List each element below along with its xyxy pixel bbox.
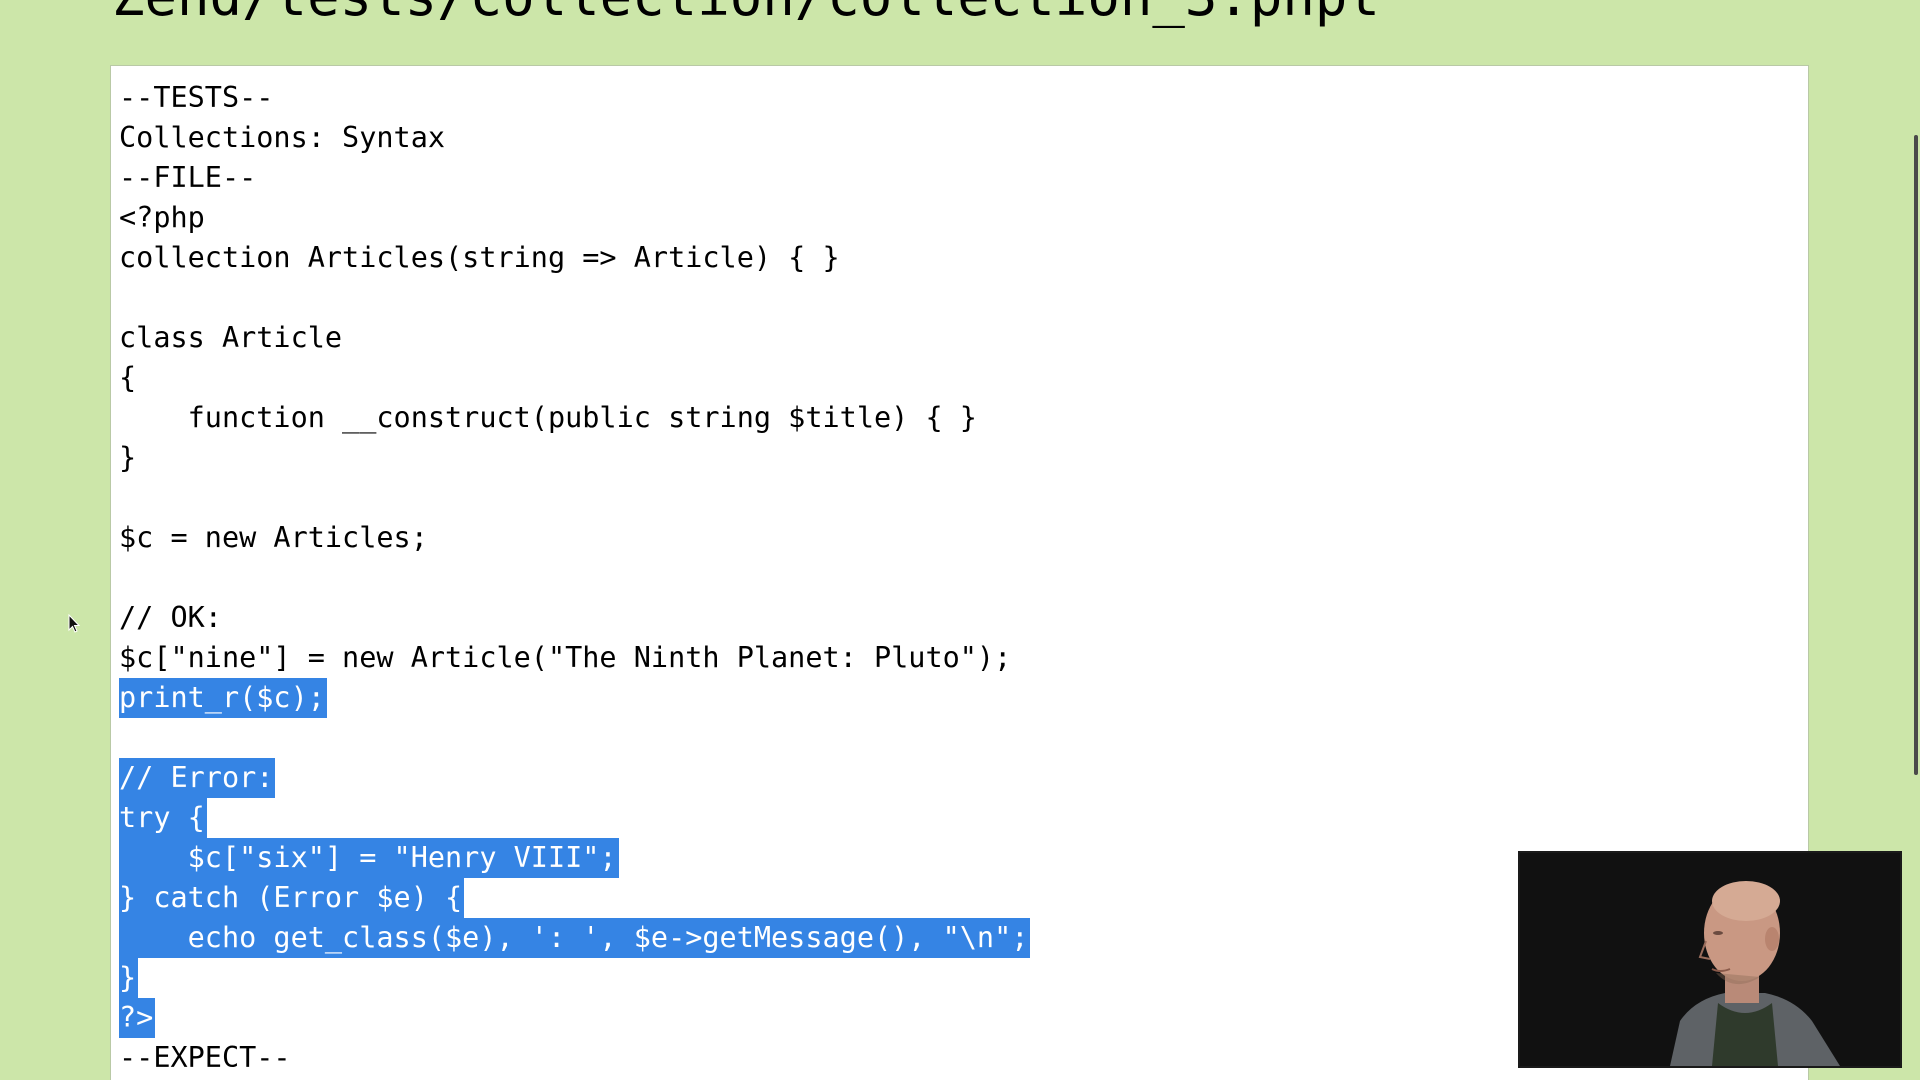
- code-line[interactable]: } catch (Error $e) {: [119, 878, 1030, 918]
- code-line-text: --TESTS--: [119, 81, 274, 114]
- code-line[interactable]: $c = new Articles;: [119, 518, 1030, 558]
- code-line[interactable]: $c["six"] = "Henry VIII";: [119, 838, 1030, 878]
- code-line-text: --EXPECT--: [119, 1041, 291, 1074]
- code-line-text: ?>: [119, 998, 156, 1038]
- code-line[interactable]: Collections: Syntax: [119, 118, 1030, 158]
- code-line[interactable]: function __construct(public string $titl…: [119, 398, 1030, 438]
- code-line-text: }: [119, 958, 139, 998]
- code-line-text: $c = new Articles;: [119, 521, 428, 554]
- page-title: Zend/tests/collection/collection_3.phpt: [112, 0, 1380, 32]
- code-line-text: function __construct(public string $titl…: [119, 401, 977, 434]
- code-line-text: } catch (Error $e) {: [119, 878, 465, 918]
- code-line-text: collection Articles(string => Article) {…: [119, 241, 840, 274]
- code-line-text: Collections: Syntax: [119, 121, 446, 154]
- code-line[interactable]: [119, 558, 1030, 598]
- code-line[interactable]: }: [119, 958, 1030, 998]
- code-line[interactable]: class Article: [119, 318, 1030, 358]
- mouse-pointer-icon: [68, 613, 82, 636]
- code-line[interactable]: [119, 278, 1030, 318]
- code-line[interactable]: {: [119, 358, 1030, 398]
- code-line-text: }: [119, 441, 137, 474]
- code-line[interactable]: print_r($c);: [119, 678, 1030, 718]
- code-line-text: // Error:: [119, 758, 276, 798]
- code-line-text: --FILE--: [119, 161, 257, 194]
- webcam-video-feed: [1518, 851, 1902, 1068]
- vertical-scrollbar[interactable]: [1914, 135, 1918, 775]
- code-line-text: $c["nine"] = new Article("The Ninth Plan…: [119, 641, 1012, 674]
- code-line[interactable]: [119, 718, 1030, 758]
- presenter-image: [1520, 853, 1900, 1066]
- code-line[interactable]: --FILE--: [119, 158, 1030, 198]
- code-line[interactable]: ?>: [119, 998, 1030, 1038]
- code-line[interactable]: collection Articles(string => Article) {…: [119, 238, 1030, 278]
- code-line[interactable]: [119, 478, 1030, 518]
- code-line-text: // OK:: [119, 601, 222, 634]
- code-line-text: print_r($c);: [119, 678, 327, 718]
- presentation-slide: Zend/tests/collection/collection_3.phpt …: [0, 0, 1920, 1080]
- code-line[interactable]: <?php: [119, 198, 1030, 238]
- code-line[interactable]: --TESTS--: [119, 78, 1030, 118]
- code-line[interactable]: $c["nine"] = new Article("The Ninth Plan…: [119, 638, 1030, 678]
- code-line[interactable]: // OK:: [119, 598, 1030, 638]
- code-line-text: {: [119, 361, 137, 394]
- code-line[interactable]: // Error:: [119, 758, 1030, 798]
- code-line[interactable]: try {: [119, 798, 1030, 838]
- code-line-text: <?php: [119, 201, 205, 234]
- code-line-text: class Article: [119, 321, 343, 354]
- code-line-text: try {: [119, 798, 207, 838]
- code-line-text: $c["six"] = "Henry VIII";: [119, 838, 619, 878]
- code-line-text: echo get_class($e), ': ', $e->getMessage…: [119, 918, 1031, 958]
- code-line[interactable]: }: [119, 438, 1030, 478]
- code-line[interactable]: echo get_class($e), ': ', $e->getMessage…: [119, 918, 1031, 958]
- code-line[interactable]: --EXPECT--: [119, 1038, 1030, 1078]
- code-lines: --TESTS-- Collections: Syntax --FILE-- <?ph…: [119, 78, 1031, 1078]
